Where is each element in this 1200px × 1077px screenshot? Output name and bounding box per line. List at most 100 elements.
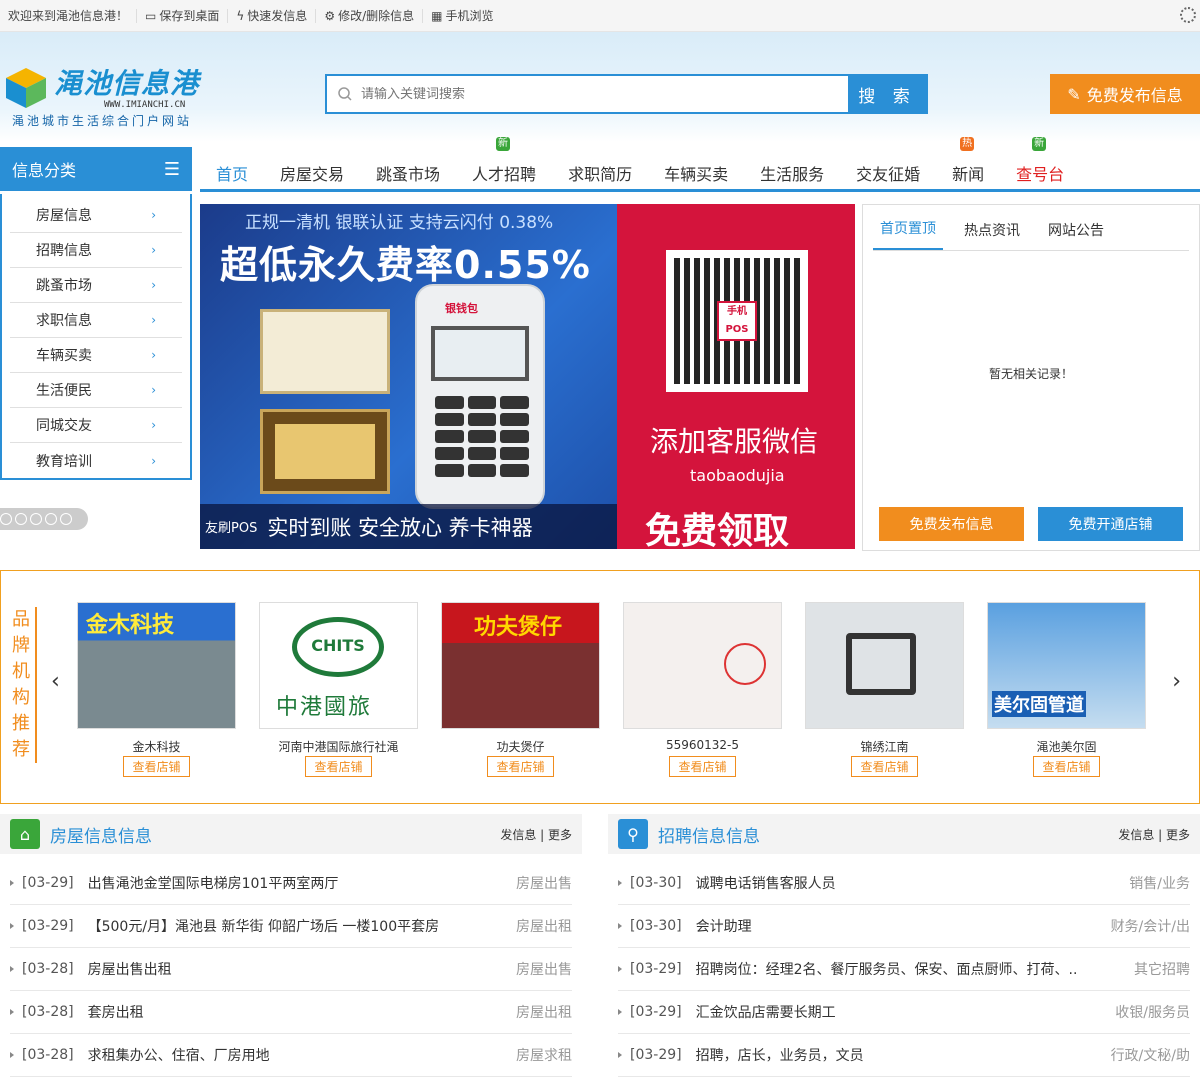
nav-dating[interactable]: 交友征婚 [856, 153, 920, 185]
item-category[interactable]: 房屋出售 [516, 959, 572, 979]
nav-services[interactable]: 生活服务 [760, 153, 824, 185]
tab-top[interactable]: 首页置顶 [873, 218, 943, 250]
chevron-left-icon[interactable]: ‹ [51, 669, 60, 694]
nav-news[interactable]: 热新闻 [952, 136, 984, 185]
shop-card[interactable]: 锦绣江南 查看店铺 [805, 602, 964, 777]
shop-card[interactable]: 功夫煲仔 功夫煲仔 查看店铺 [441, 602, 600, 777]
shop-image[interactable] [623, 602, 782, 729]
search-input[interactable] [361, 86, 821, 102]
list-item[interactable]: [03-29] 出售渑池金堂国际电梯房101平两室两厅 房屋出售 [10, 862, 572, 905]
shop-name[interactable]: 金木科技 [77, 738, 236, 754]
item-title[interactable]: 房屋出售出租 [88, 959, 172, 979]
list-item[interactable]: [03-29] 招聘岗位：经理2名、餐厅服务员、保安、面点厨师、打荷、.. 其它招聘 [618, 948, 1190, 991]
view-shop-button[interactable]: 查看店铺 [851, 756, 918, 777]
shop-card[interactable]: 金木科技 金木科技 查看店铺 [77, 602, 236, 777]
edit-delete-link[interactable]: ⚙ 修改/删除信息 [315, 8, 422, 23]
shop-name[interactable]: 河南中港国际旅行社渑 [259, 738, 418, 754]
view-shop-button[interactable]: 查看店铺 [487, 756, 554, 777]
house-more-links[interactable]: 发信息 | 更多 [500, 826, 572, 843]
item-category[interactable]: 房屋出售 [516, 873, 572, 893]
publish-button[interactable]: ✎ 免费发布信息 [1050, 74, 1200, 114]
category-item[interactable]: 房屋信息 › [10, 198, 182, 233]
list-item[interactable]: [03-30] 会计助理 财务/会计/出 [618, 905, 1190, 948]
slider-dot[interactable] [15, 513, 27, 525]
item-category[interactable]: 销售/业务 [1129, 873, 1190, 893]
item-title[interactable]: 【500元/月】渑池县 新华街 仰韶广场后 一楼100平套房 [88, 916, 440, 936]
item-title[interactable]: 诚聘电话销售客服人员 [696, 873, 836, 893]
slider-dot[interactable] [0, 513, 12, 525]
mobile-link[interactable]: ▦ 手机浏览 [422, 8, 501, 23]
item-category[interactable]: 收银/服务员 [1115, 1002, 1190, 1022]
item-title[interactable]: 会计助理 [696, 916, 752, 936]
list-item[interactable]: [03-29] 【500元/月】渑池县 新华街 仰韶广场后 一楼100平套房 房屋出… [10, 905, 572, 948]
item-title[interactable]: 招聘岗位：经理2名、餐厅服务员、保安、面点厨师、打荷、.. [696, 959, 1078, 979]
tab-hot-news[interactable]: 热点资讯 [957, 220, 1027, 250]
nav-house[interactable]: 房屋交易 [280, 153, 344, 185]
slider-dot[interactable] [30, 513, 42, 525]
nav-jobs[interactable]: 新人才招聘 [472, 136, 537, 185]
shop-card[interactable]: CHITS 中港國旅 河南中港国际旅行社渑 查看店铺 [259, 602, 418, 777]
list-item[interactable]: [03-29] 汇金饮品店需要长期工 收银/服务员 [618, 991, 1190, 1034]
menu-list-icon[interactable]: ☰ [164, 159, 180, 180]
list-item[interactable]: [03-28] 套房出租 房屋出租 [10, 991, 572, 1034]
view-shop-button[interactable]: 查看店铺 [669, 756, 736, 777]
shop-name[interactable]: 锦绣江南 [805, 738, 964, 754]
category-item[interactable]: 跳蚤市场 › [10, 268, 182, 303]
category-item[interactable]: 求职信息 › [10, 303, 182, 338]
quick-post-link[interactable]: ϟ 快速发信息 [227, 8, 315, 23]
shop-image[interactable]: 功夫煲仔 [441, 602, 600, 729]
shop-card[interactable]: 美尔固管道 渑池美尔固 查看店铺 [987, 602, 1146, 777]
view-shop-button[interactable]: 查看店铺 [1033, 756, 1100, 777]
view-shop-button[interactable]: 查看店铺 [123, 756, 190, 777]
category-item[interactable]: 车辆买卖 › [10, 338, 182, 373]
nav-flea[interactable]: 跳蚤市场 [376, 153, 440, 185]
shop-name[interactable]: 渑池美尔固 [987, 738, 1146, 754]
shop-image[interactable]: 美尔固管道 [987, 602, 1146, 729]
view-shop-button[interactable]: 查看店铺 [305, 756, 372, 777]
item-title[interactable]: 招聘，店长，业务员，文员 [696, 1045, 864, 1065]
save-desktop-link[interactable]: ▭ 保存到桌面 [136, 8, 227, 23]
nav-cars[interactable]: 车辆买卖 [664, 153, 728, 185]
item-title[interactable]: 汇金饮品店需要长期工 [696, 1002, 836, 1022]
jobs-more-links[interactable]: 发信息 | 更多 [1118, 826, 1190, 843]
chevron-right-icon: › [151, 208, 156, 222]
shop-image[interactable]: CHITS 中港國旅 [259, 602, 418, 729]
nav-resume[interactable]: 求职简历 [568, 153, 632, 185]
nav-directory[interactable]: 新查号台 [1016, 136, 1064, 185]
shop-image[interactable] [805, 602, 964, 729]
shop-card[interactable]: 55960132-5 查看店铺 [623, 602, 782, 777]
item-title[interactable]: 套房出租 [88, 1002, 144, 1022]
category-title: 信息分类 [12, 161, 77, 180]
category-item[interactable]: 招聘信息 › [10, 233, 182, 268]
nav-label: 人才招聘 [472, 164, 537, 184]
shop-image[interactable]: 金木科技 [77, 602, 236, 729]
category-item[interactable]: 生活便民 › [10, 373, 182, 408]
list-item[interactable]: [03-30] 诚聘电话销售客服人员 销售/业务 [618, 862, 1190, 905]
home-icon: ⌂ [10, 819, 40, 849]
item-category[interactable]: 房屋出租 [516, 916, 572, 936]
tab-notice[interactable]: 网站公告 [1041, 220, 1111, 250]
shop-name[interactable]: 功夫煲仔 [441, 738, 600, 754]
list-item[interactable]: [03-29] 招聘，店长，业务员，文员 行政/文秘/助 [618, 1034, 1190, 1077]
item-category[interactable]: 其它招聘 [1134, 959, 1190, 979]
slider-dot[interactable] [45, 513, 57, 525]
category-item[interactable]: 教育培训 › [10, 443, 182, 478]
open-shop-button[interactable]: 免费开通店铺 [1038, 507, 1183, 541]
chevron-right-icon[interactable]: › [1172, 669, 1181, 694]
ad-banner[interactable]: 正规一清机 银联认证 支持云闪付 0.38% 超低永久费率0.55% 银钱包 友… [200, 204, 855, 549]
site-logo[interactable]: 渑池信息港 WWW.IMIANCHI.CN 渑池城市生活综合门户网站 [4, 62, 214, 132]
item-category[interactable]: 房屋出租 [516, 1002, 572, 1022]
list-item[interactable]: [03-28] 求租集办公、住宿、厂房用地 房屋求租 [10, 1034, 572, 1077]
item-category[interactable]: 财务/会计/出 [1111, 916, 1190, 936]
shop-name[interactable]: 55960132-5 [623, 738, 782, 754]
category-item[interactable]: 同城交友 › [10, 408, 182, 443]
list-item[interactable]: [03-28] 房屋出售出租 房屋出售 [10, 948, 572, 991]
item-title[interactable]: 出售渑池金堂国际电梯房101平两室两厅 [88, 873, 339, 893]
nav-home[interactable]: 首页 [216, 153, 248, 185]
item-category[interactable]: 行政/文秘/助 [1111, 1045, 1190, 1065]
item-title[interactable]: 求租集办公、住宿、厂房用地 [88, 1045, 270, 1065]
search-button[interactable]: 搜 索 [848, 76, 926, 112]
item-category[interactable]: 房屋求租 [516, 1045, 572, 1065]
slider-dot[interactable] [60, 513, 72, 525]
free-publish-button[interactable]: 免费发布信息 [879, 507, 1024, 541]
